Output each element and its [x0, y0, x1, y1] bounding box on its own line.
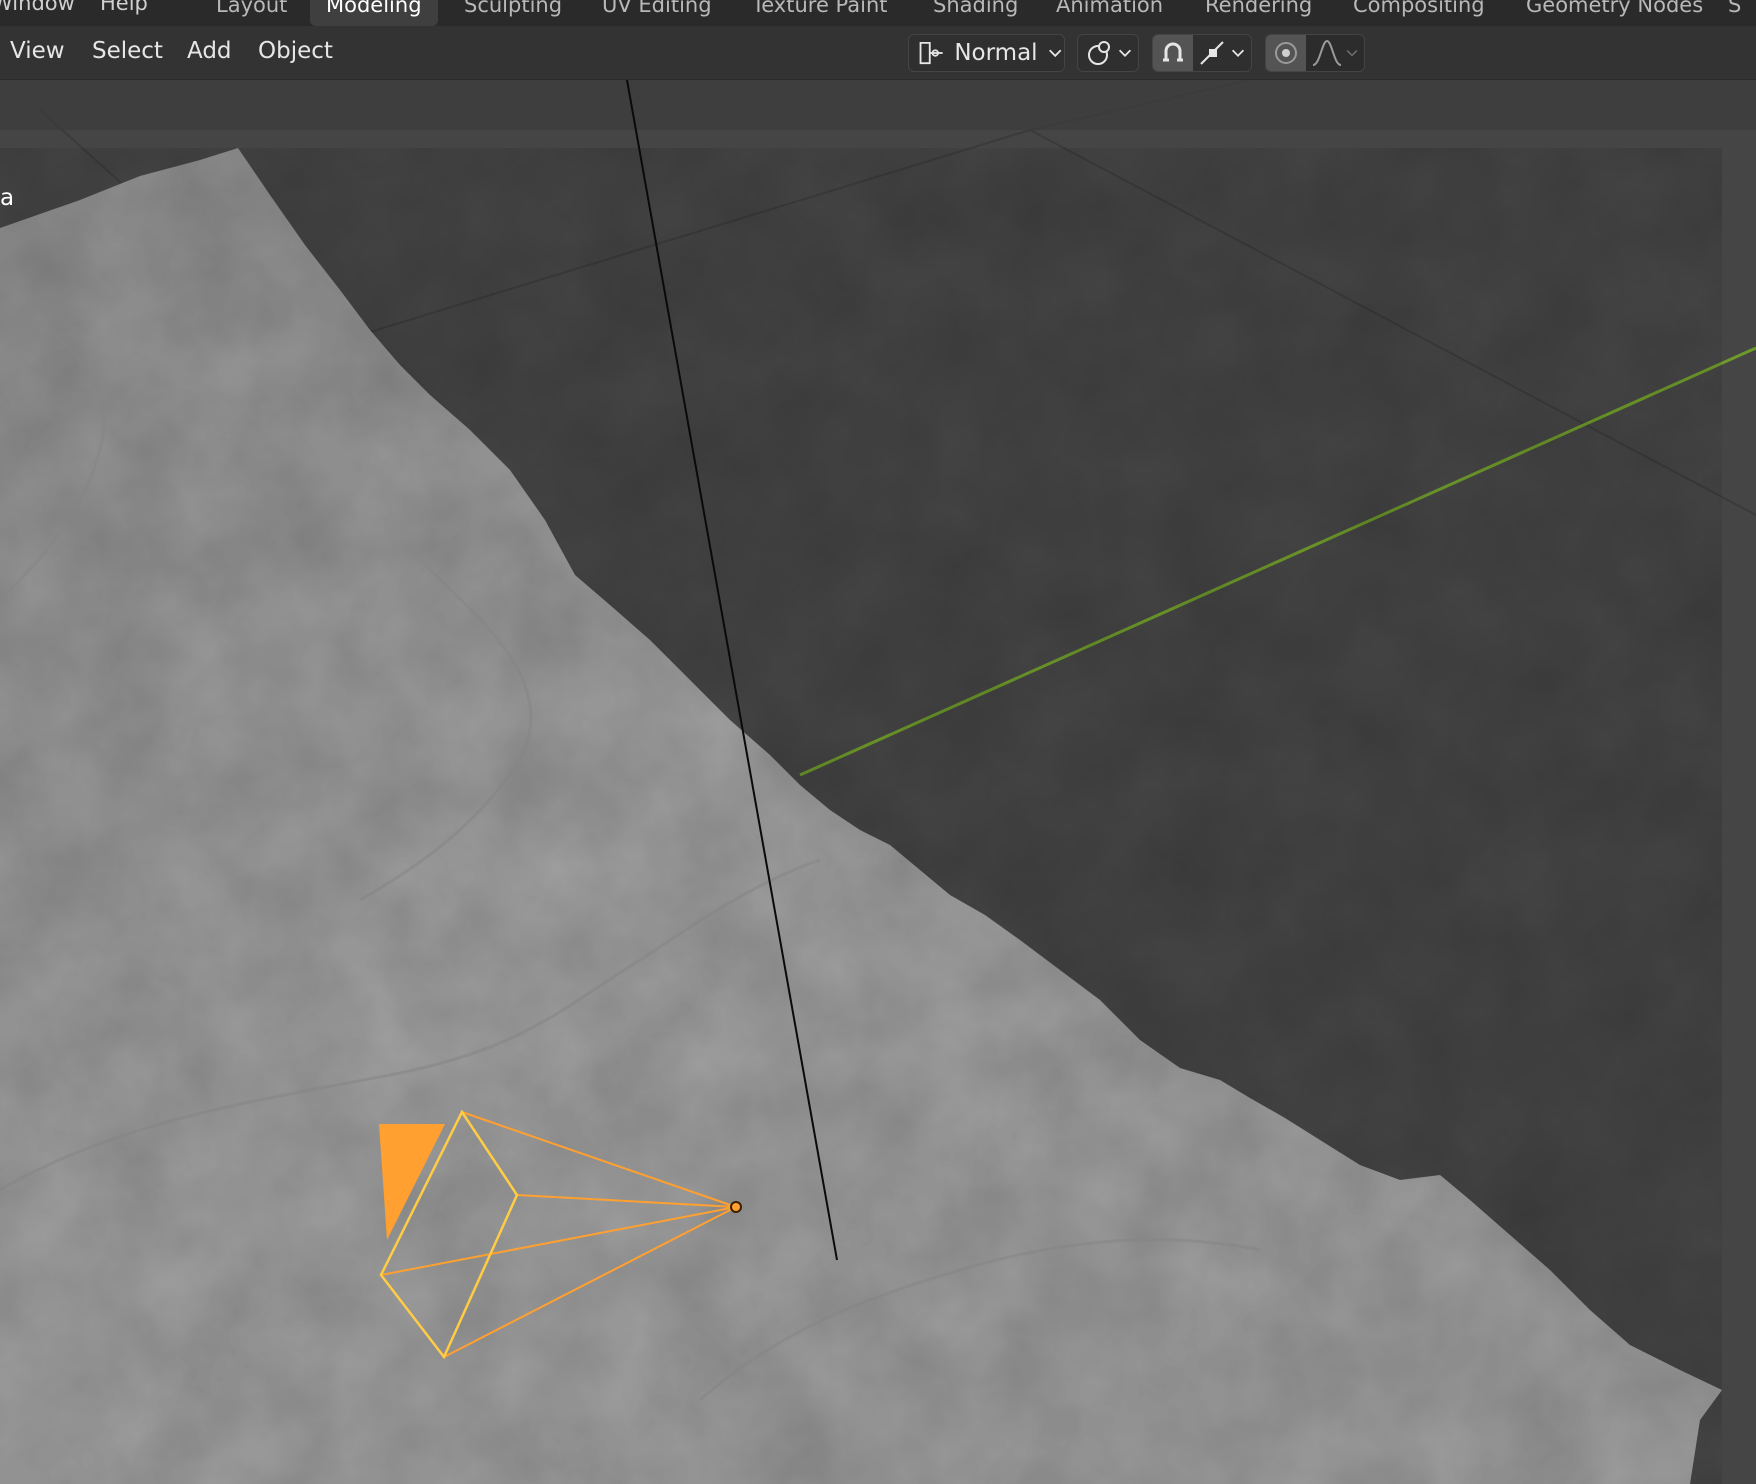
pivot-point-dropdown[interactable]: [1077, 34, 1139, 72]
tab-animation[interactable]: Animation: [1040, 0, 1179, 26]
tab-sculpting[interactable]: Sculpting: [448, 0, 578, 26]
tab-uv-editing[interactable]: UV Editing: [586, 0, 728, 26]
viewport-canvas[interactable]: [0, 80, 1756, 1484]
viewport-top-band: [0, 80, 1756, 130]
tab-rendering[interactable]: Rendering: [1189, 0, 1328, 26]
3d-viewport[interactable]: a: [0, 80, 1756, 1484]
snap-magnet-icon: [1163, 42, 1183, 62]
viewport-header: View Select Add Object Normal: [0, 26, 1756, 80]
tab-geometry-nodes[interactable]: Geometry Nodes: [1510, 0, 1719, 26]
transform-orientation-icon: [919, 41, 943, 65]
camera-origin[interactable]: [730, 1201, 742, 1213]
active-object-label: a: [0, 185, 15, 211]
y-axis-line: [799, 346, 1756, 777]
chevron-down-icon[interactable]: [1229, 44, 1247, 62]
proportional-edit-icon: [1275, 42, 1297, 64]
tab-shading[interactable]: Shading: [917, 0, 1034, 26]
workspace-bar: Window Help Layout Modeling Sculpting UV…: [0, 0, 1756, 26]
menu-add[interactable]: Add: [187, 38, 232, 64]
snap-target-icon[interactable]: [1197, 38, 1229, 68]
menu-help[interactable]: Help: [100, 0, 148, 15]
menu-window[interactable]: Window: [0, 0, 75, 15]
proportional-edit-group: [1265, 34, 1365, 72]
chevron-down-icon[interactable]: [1344, 45, 1360, 61]
tab-scripting[interactable]: S: [1712, 0, 1756, 26]
menu-select[interactable]: Select: [92, 38, 163, 64]
chevron-down-icon: [1118, 49, 1132, 57]
tab-texture-paint[interactable]: Texture Paint: [736, 0, 904, 26]
blender-window: Window Help Layout Modeling Sculpting UV…: [0, 0, 1756, 1484]
pivot-icon: [1088, 41, 1110, 65]
menu-object[interactable]: Object: [258, 38, 333, 64]
tab-layout[interactable]: Layout: [200, 0, 303, 26]
orientation-label: Normal: [954, 40, 1038, 66]
falloff-curve-icon[interactable]: [1310, 38, 1344, 68]
tab-compositing[interactable]: Compositing: [1337, 0, 1501, 26]
chevron-down-icon: [1048, 49, 1061, 58]
tab-modeling[interactable]: Modeling: [310, 0, 438, 26]
proportional-edit-toggle[interactable]: [1266, 35, 1306, 71]
snapping-group: [1152, 34, 1252, 72]
snap-toggle-button[interactable]: [1153, 35, 1193, 71]
transform-orientation-dropdown[interactable]: Normal: [908, 34, 1065, 72]
menu-view[interactable]: View: [10, 38, 65, 64]
terrain-texture: [0, 148, 1722, 1484]
